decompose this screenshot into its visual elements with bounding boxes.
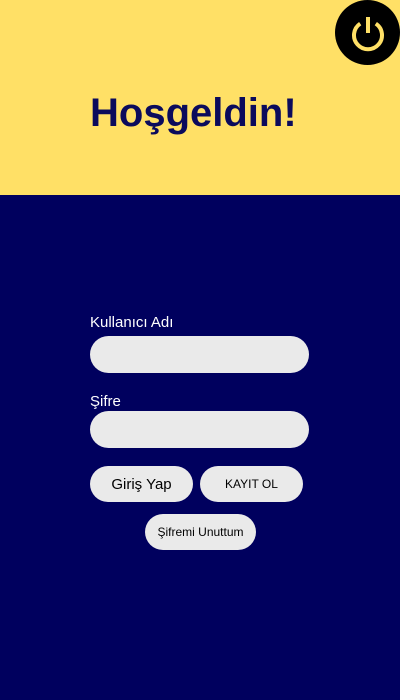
power-button[interactable] [335,0,400,65]
username-input[interactable] [90,336,309,373]
username-label: Kullanıcı Adı [90,314,174,331]
password-input[interactable] [90,411,309,448]
forgot-password-button[interactable]: Şifremi Unuttum [145,514,256,550]
register-button[interactable]: KAYIT OL [200,466,303,502]
welcome-screen: Hoşgeldin! Kullanıcı Adı Şifre Giriş Yap… [0,0,400,700]
login-button[interactable]: Giriş Yap [90,466,193,502]
header: Hoşgeldin! [0,0,400,195]
login-panel: Kullanıcı Adı Şifre Giriş Yap KAYIT OL Ş… [0,195,400,700]
power-icon [351,16,384,51]
password-label: Şifre [90,393,121,410]
page-title: Hoşgeldin! [90,91,297,135]
